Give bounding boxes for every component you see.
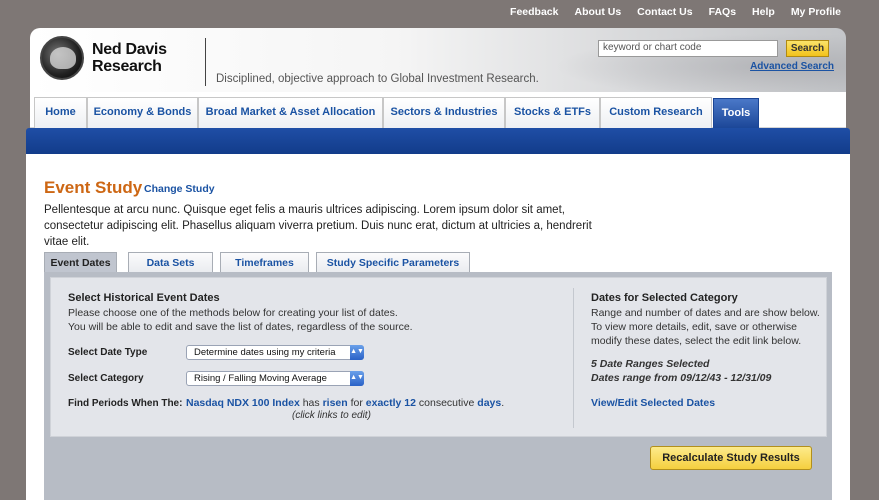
category-label: Select Category — [68, 373, 144, 384]
nav-tab-economy-bonds[interactable]: Economy & Bonds — [87, 97, 198, 128]
recalculate-button[interactable]: Recalculate Study Results — [650, 446, 812, 470]
event-dates-panel: Select Historical Event Dates Please cho… — [44, 272, 832, 500]
criteria-for: for — [347, 397, 366, 409]
event-dates-inner: Select Historical Event Dates Please cho… — [50, 277, 827, 437]
help-link[interactable]: Help — [752, 6, 775, 18]
criteria-has: has — [299, 397, 323, 409]
nav-tab-tools[interactable]: Tools — [713, 98, 759, 129]
amount-link[interactable]: exactly 12 — [366, 397, 416, 409]
ranges-selected: 5 Date Ranges Selected — [591, 358, 710, 370]
edit-hint: (click links to edit) — [292, 410, 371, 421]
subtab-event-dates[interactable]: Event Dates — [44, 252, 117, 273]
intro-text: Pellentesque at arcu nunc. Quisque eget … — [44, 204, 592, 248]
section-divider — [573, 288, 574, 428]
about-us-link[interactable]: About Us — [575, 6, 622, 18]
find-periods-label: Find Periods When The: — [68, 398, 183, 409]
criteria-consecutive: consecutive — [415, 397, 478, 409]
subtab-timeframes[interactable]: Timeframes — [220, 252, 309, 273]
category-value: Rising / Falling Moving Average — [194, 373, 327, 384]
change-study-link[interactable]: Change Study — [144, 183, 215, 195]
index-link[interactable]: Nasdaq NDX 100 Index — [186, 397, 300, 409]
main-nav: Home Economy & Bonds Broad Market & Asse… — [30, 92, 846, 129]
faqs-link[interactable]: FAQs — [709, 6, 736, 18]
select-events-desc-1: Please choose one of the methods below f… — [68, 307, 398, 319]
nav-tab-sectors-industries[interactable]: Sectors & Industries — [383, 97, 505, 128]
feedback-link[interactable]: Feedback — [510, 6, 558, 18]
main-content: Event Study Change Study Pellentesque at… — [26, 154, 850, 500]
nav-tab-broad-market[interactable]: Broad Market & Asset Allocation — [198, 97, 383, 128]
category-select[interactable]: Rising / Falling Moving Average ▲▼ — [186, 371, 364, 386]
site-header: Ned Davis Research Disciplined, objectiv… — [30, 28, 846, 92]
bull-logo-icon[interactable] — [40, 36, 84, 80]
dates-heading: Dates for Selected Category — [591, 292, 738, 304]
subtab-study-parameters[interactable]: Study Specific Parameters — [316, 252, 470, 273]
dates-desc-2: To view more details, edit, save or othe… — [591, 321, 798, 333]
nav-tab-custom-research[interactable]: Custom Research — [600, 97, 712, 128]
nav-accent-bar — [26, 128, 850, 154]
select-events-desc-2: You will be able to edit and save the li… — [68, 321, 413, 333]
direction-link[interactable]: risen — [323, 397, 348, 409]
criteria-period: . — [501, 397, 505, 409]
brand-logo-text[interactable]: Ned Davis Research — [92, 41, 167, 75]
unit-link[interactable]: days — [477, 397, 501, 409]
select-arrows-icon: ▲▼ — [350, 371, 364, 386]
nav-tab-stocks-etfs[interactable]: Stocks & ETFs — [505, 97, 600, 128]
logo-divider — [205, 38, 206, 86]
subtab-data-sets[interactable]: Data Sets — [128, 252, 213, 273]
nav-tab-home[interactable]: Home — [34, 97, 87, 128]
tagline: Disciplined, objective approach to Globa… — [216, 73, 539, 85]
date-type-select[interactable]: Determine dates using my criteria ▲▼ — [186, 345, 364, 360]
dates-desc-3: modify these dates, select the edit link… — [591, 335, 802, 347]
search-button[interactable]: Search — [786, 40, 829, 57]
globe-background — [516, 28, 846, 92]
dates-range: Dates range from 09/12/43 - 12/31/09 — [591, 372, 772, 384]
brand-line-2: Research — [92, 58, 162, 75]
my-profile-link[interactable]: My Profile — [791, 6, 841, 18]
select-arrows-icon: ▲▼ — [350, 345, 364, 360]
criteria-sentence: Nasdaq NDX 100 Index has risen for exact… — [186, 396, 504, 410]
page-title: Event Study — [44, 178, 143, 197]
advanced-search-link[interactable]: Advanced Search — [750, 61, 834, 72]
utility-nav: Feedback About Us Contact Us FAQs Help M… — [510, 6, 841, 18]
date-type-value: Determine dates using my criteria — [194, 347, 336, 358]
contact-us-link[interactable]: Contact Us — [637, 6, 692, 18]
dates-desc-1: Range and number of dates and are show b… — [591, 307, 820, 319]
select-events-heading: Select Historical Event Dates — [68, 292, 220, 304]
search-input[interactable]: keyword or chart code — [598, 40, 778, 57]
brand-line-1: Ned Davis — [92, 41, 167, 58]
date-type-label: Select Date Type — [68, 347, 148, 358]
view-edit-dates-link[interactable]: View/Edit Selected Dates — [591, 396, 715, 410]
